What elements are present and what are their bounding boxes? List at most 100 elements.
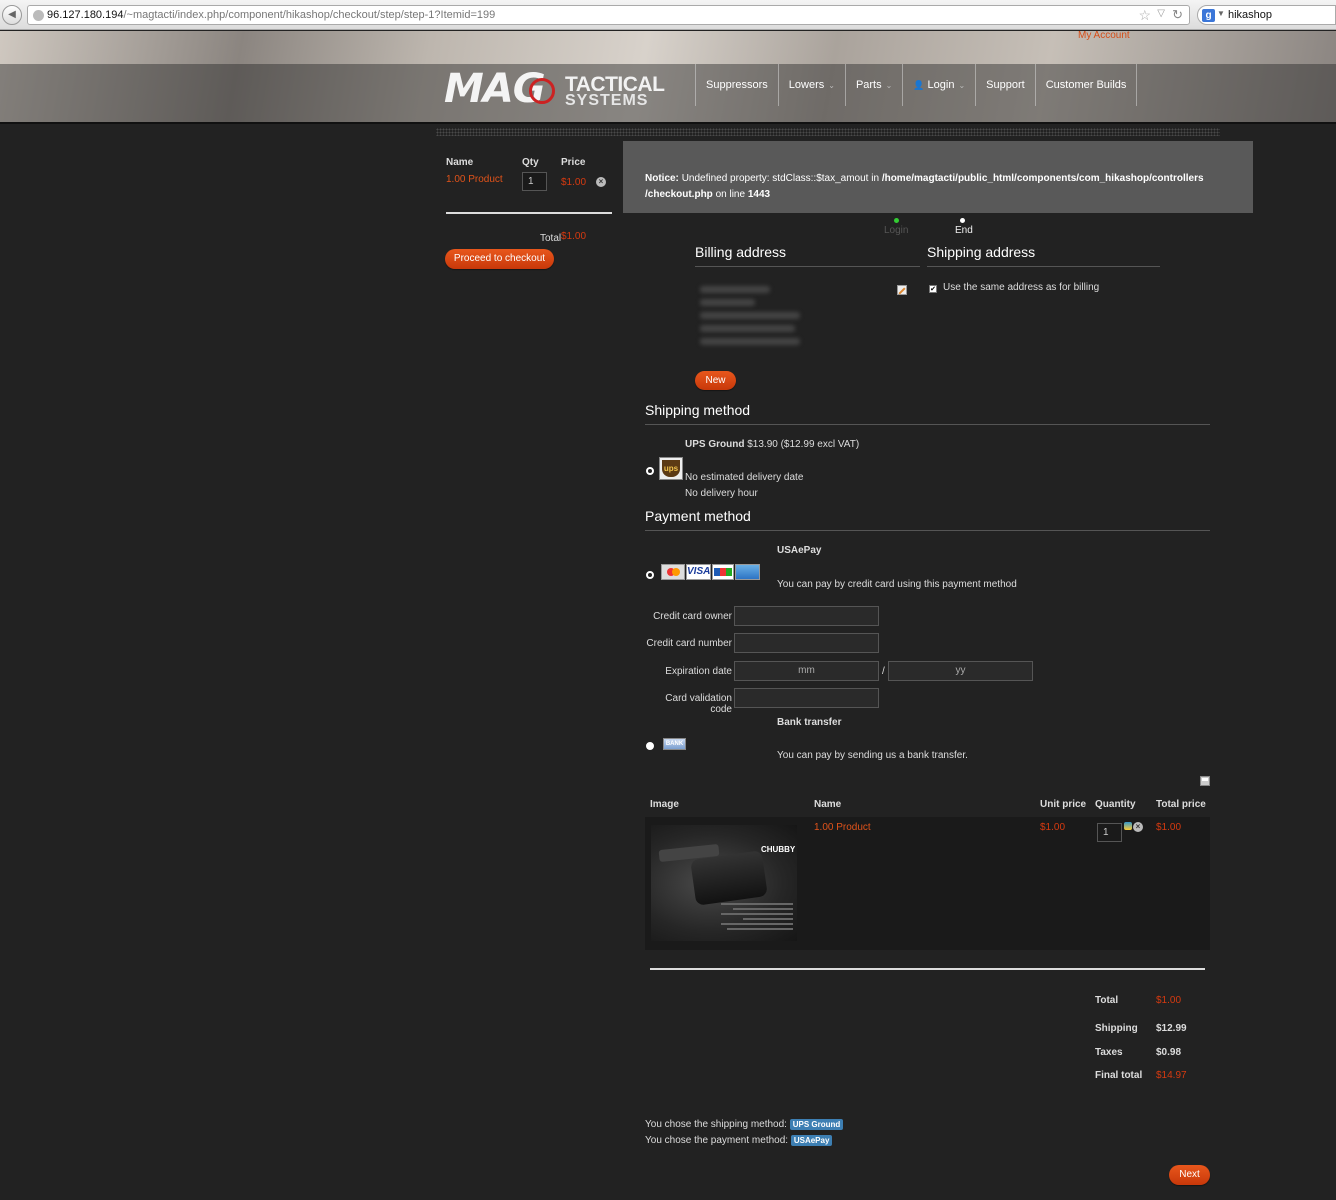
mini-cart-qty-input[interactable]: 1 — [522, 172, 547, 191]
shipping-divider — [927, 266, 1160, 267]
shipping-delivery-hour: No delivery hour — [685, 488, 758, 499]
taxes-label: Taxes — [1095, 1047, 1123, 1058]
billing-address-title: Billing address — [695, 244, 787, 260]
nav-item-parts[interactable]: Parts ⌄ — [844, 64, 902, 106]
notice-path: /home/magtacti/public_html/components/co… — [881, 173, 1204, 184]
shipping-total-value: $12.99 — [1156, 1023, 1187, 1034]
next-button[interactable]: Next — [1169, 1165, 1210, 1185]
jcb-icon — [712, 564, 734, 580]
logo[interactable] — [0, 31, 1, 32]
col-name: Name — [814, 799, 842, 810]
mastercard-icon — [661, 564, 685, 580]
total-value: $1.00 — [1156, 995, 1182, 1006]
card-number-label: Credit card number — [646, 638, 732, 649]
total-label: Total — [1095, 995, 1119, 1006]
payment-badge: USAePay — [790, 1135, 833, 1146]
shipping-delivery-date: No estimated delivery date — [685, 472, 804, 483]
history-dropdown-icon[interactable]: ▽ — [1157, 8, 1165, 19]
step-login-dot — [894, 218, 899, 223]
logo-systems-text[interactable]: SYSTEMS — [565, 93, 648, 109]
new-address-button[interactable]: New — [695, 371, 736, 390]
remove-icon[interactable]: × — [596, 177, 606, 187]
cvv-label: Card validation code — [665, 693, 732, 715]
usaepay-radio[interactable] — [646, 571, 654, 579]
back-button[interactable]: ◀ — [2, 5, 22, 25]
nav-item-lowers[interactable]: Lowers ⌄ — [777, 64, 845, 106]
credit-card-logos: VISA — [661, 564, 761, 580]
bank-icon: BANK — [663, 738, 686, 750]
proceed-to-checkout-button[interactable]: Proceed to checkout — [445, 249, 554, 269]
reload-icon[interactable]: ↻ — [1172, 7, 1183, 23]
same-address-label[interactable]: Use the same address as for billing — [943, 282, 1099, 293]
product-total-price: $1.00 — [1156, 822, 1182, 833]
totals-divider — [650, 968, 1205, 970]
browser-toolbar: ◀ 96.127.180.194/~magtacti/index.php/com… — [0, 0, 1336, 30]
print-icon[interactable] — [1200, 776, 1210, 786]
refresh-icon[interactable] — [1124, 822, 1132, 830]
billing-address-blurred — [700, 286, 805, 345]
remove-icon[interactable]: × — [1133, 822, 1143, 832]
usaepay-name: USAePay — [777, 545, 822, 556]
mini-cart-col-price: Price — [561, 157, 586, 168]
cvv-input[interactable] — [734, 688, 879, 708]
col-image: Image — [650, 799, 679, 810]
billing-divider — [695, 266, 920, 267]
my-account-link[interactable]: My Account — [1078, 30, 1130, 41]
notice-suffix: on line — [715, 189, 746, 200]
address-bar[interactable]: 96.127.180.194/~magtacti/index.php/compo… — [27, 5, 1190, 25]
notice-path2: /checkout.php — [645, 189, 713, 200]
search-engine-icon[interactable]: g — [1202, 9, 1215, 22]
step-end-label: End — [955, 225, 973, 236]
col-total-price: Total price — [1156, 799, 1206, 810]
cart-table-header: Image Name Unit price Quantity Total pri… — [645, 797, 1210, 817]
expiry-separator: / — [882, 666, 885, 677]
col-unit-price: Unit price — [1040, 799, 1087, 810]
same-address-checkbox[interactable]: ✔ — [929, 285, 937, 293]
site-header: My Account MAG TACTICAL SYSTEMS Suppress… — [0, 30, 1336, 124]
chevron-down-icon: ⌄ — [828, 81, 835, 90]
notice-message: Undefined property: stdClass::$tax_amout… — [681, 173, 880, 184]
bookmark-star-icon[interactable]: ☆ — [1138, 7, 1151, 24]
php-notice: Notice: Undefined property: stdClass::$t… — [623, 141, 1253, 213]
chosen-shipping: You chose the shipping method: UPS Groun… — [645, 1119, 844, 1130]
product-unit-price: $1.00 — [1040, 822, 1066, 833]
bank-transfer-description: You can pay by sending us a bank transfe… — [777, 750, 968, 761]
mini-cart-col-qty: Qty — [522, 157, 539, 168]
taxes-value: $0.98 — [1156, 1047, 1182, 1058]
nav-item-customer-builds[interactable]: Customer Builds — [1034, 64, 1138, 106]
shipping-name: UPS Ground — [685, 439, 745, 450]
shipping-total-label: Shipping — [1095, 1023, 1138, 1034]
ups-logo: ups — [659, 457, 683, 480]
product-name-link[interactable]: 1.00 Product — [814, 822, 871, 833]
product-image[interactable]: CHUBBY — [651, 825, 797, 941]
search-bar[interactable]: g ▼ hikashop — [1197, 5, 1336, 25]
search-input[interactable]: hikashop — [1228, 9, 1272, 21]
card-owner-input[interactable] — [734, 606, 879, 626]
amex-icon — [735, 564, 760, 580]
bank-transfer-radio[interactable] — [646, 742, 654, 750]
nav-item-suppressors[interactable]: Suppressors — [695, 64, 778, 106]
expiry-month-input[interactable]: mm — [734, 661, 879, 681]
mini-cart-item-name[interactable]: 1.00 Product — [446, 174, 503, 185]
shipping-badge: UPS Ground — [789, 1119, 844, 1130]
main-nav: Suppressors Lowers ⌄ Parts ⌄ 👤 Login ⌄ Suppo… — [695, 64, 1138, 106]
col-quantity: Quantity — [1095, 799, 1136, 810]
user-icon: 👤 — [913, 80, 925, 90]
step-login-label[interactable]: Login — [884, 225, 908, 236]
nav-item-support[interactable]: Support — [975, 64, 1035, 106]
shipping-method-divider — [645, 424, 1210, 425]
card-number-input[interactable] — [734, 633, 879, 653]
shipping-radio[interactable] — [646, 467, 654, 475]
visa-icon: VISA — [686, 564, 711, 580]
notice-prefix: Notice: — [645, 173, 679, 184]
product-quantity-input[interactable]: 1 — [1097, 823, 1122, 842]
final-total-value: $14.97 — [1156, 1070, 1187, 1081]
chevron-down-icon: ⌄ — [885, 81, 893, 90]
expiry-year-input[interactable]: yy — [888, 661, 1033, 681]
product-suppressor-shape — [690, 850, 768, 906]
edit-address-icon[interactable] — [897, 285, 907, 295]
nav-item-login[interactable]: 👤 Login ⌄ — [902, 64, 975, 106]
payment-method-title: Payment method — [645, 508, 751, 524]
chevron-down-icon[interactable]: ▼ — [1217, 9, 1225, 18]
final-total-label: Final total — [1095, 1070, 1143, 1081]
